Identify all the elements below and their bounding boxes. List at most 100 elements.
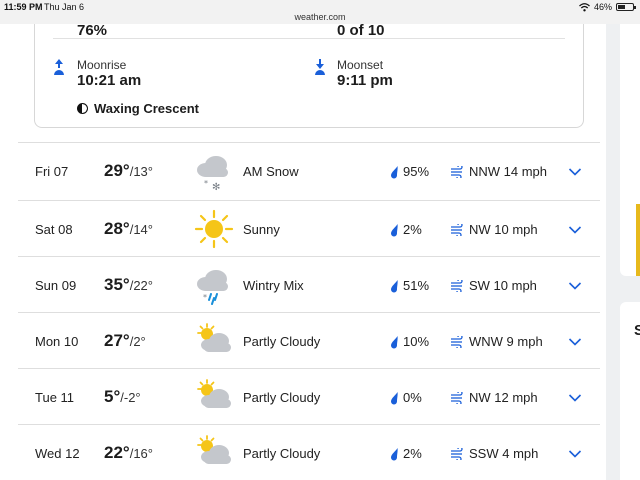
forecast-wind: SW 10 mph bbox=[469, 278, 537, 293]
status-icons: 46% bbox=[579, 2, 636, 12]
svg-text:✻: ✻ bbox=[212, 182, 220, 191]
moonrise-time: 10:21 am bbox=[77, 72, 142, 89]
status-time: 11:59 PM bbox=[4, 2, 43, 12]
forecast-day: Sat 08 bbox=[35, 222, 73, 237]
moonset-time: 9:11 pm bbox=[337, 72, 393, 89]
moon-phase: Waxing Crescent bbox=[77, 101, 199, 116]
partly-cloudy-icon bbox=[197, 435, 231, 464]
partly-cloudy-icon bbox=[197, 379, 231, 408]
forecast-precip: 2% bbox=[403, 222, 422, 237]
forecast-row[interactable]: Tue 11 5°/-2° Partly Cloudy 0% NW 12 mph bbox=[18, 368, 600, 424]
forecast-day: Sun 09 bbox=[35, 278, 77, 293]
wind-icon bbox=[451, 448, 463, 460]
forecast-row[interactable]: Mon 10 27°/2° Partly Cloudy 10% WNW 9 mp… bbox=[18, 312, 600, 368]
forecast-precip: 0% bbox=[403, 390, 422, 405]
status-bar: 11:59 PM Thu Jan 6 weather.com 46% bbox=[0, 0, 640, 24]
main-content: 76% 0 of 10 Moonrise 10:21 am Moonset 9:… bbox=[18, 24, 606, 480]
side-card-top[interactable] bbox=[620, 24, 640, 276]
svg-text:*: * bbox=[203, 293, 207, 302]
forecast-condition: Partly Cloudy bbox=[243, 446, 321, 461]
low-temp: /14° bbox=[129, 222, 153, 237]
chevron-down-icon[interactable] bbox=[568, 225, 582, 235]
rain-drop-icon bbox=[391, 224, 398, 237]
chevron-down-icon[interactable] bbox=[568, 281, 582, 291]
side-card-bottom[interactable]: S bbox=[620, 302, 640, 480]
forecast-temps: 28°/14° bbox=[104, 219, 153, 239]
forecast-row[interactable]: Sat 08 28°/14° Sunny 2% NW 10 mph bbox=[18, 200, 600, 256]
rain-drop-icon bbox=[391, 166, 398, 179]
high-temp: 5° bbox=[104, 387, 121, 406]
forecast-temps: 35°/22° bbox=[104, 275, 153, 295]
wind-icon bbox=[451, 336, 463, 348]
forecast-condition: Wintry Mix bbox=[243, 278, 304, 293]
wintry-mix-icon: * bbox=[197, 270, 228, 305]
moonset-label: Moonset bbox=[337, 58, 384, 72]
high-temp: 22° bbox=[104, 443, 130, 462]
snow-cloud-icon: * ✻ bbox=[197, 156, 228, 191]
forecast-condition: AM Snow bbox=[243, 164, 299, 179]
forecast-precip: 95% bbox=[403, 164, 430, 179]
moon-details-card: 76% 0 of 10 Moonrise 10:21 am Moonset 9:… bbox=[34, 24, 584, 128]
forecast-day: Tue 11 bbox=[35, 390, 75, 405]
forecast-wind: SSW 4 mph bbox=[469, 446, 539, 461]
battery-percent: 46% bbox=[593, 2, 612, 12]
wind-icon bbox=[451, 280, 463, 292]
forecast-temps: 22°/16° bbox=[104, 443, 153, 463]
forecast-precip: 51% bbox=[403, 278, 430, 293]
chevron-down-icon[interactable] bbox=[568, 167, 582, 177]
forecast-condition: Partly Cloudy bbox=[243, 334, 321, 349]
moonrise-label: Moonrise bbox=[77, 58, 127, 72]
moonset-icon bbox=[315, 59, 325, 75]
low-temp: /-2° bbox=[120, 390, 141, 405]
forecast-condition: Partly Cloudy bbox=[243, 390, 321, 405]
forecast-precip: 10% bbox=[403, 334, 430, 349]
high-temp: 28° bbox=[104, 219, 130, 238]
forecast-day: Fri 07 bbox=[35, 164, 69, 179]
high-temp: 35° bbox=[104, 275, 130, 294]
forecast-wind: WNW 9 mph bbox=[469, 334, 543, 349]
forecast-temps: 29°/13° bbox=[104, 161, 153, 181]
wind-icon bbox=[451, 224, 463, 236]
high-temp: 29° bbox=[104, 161, 130, 180]
divider bbox=[53, 38, 565, 39]
sun-icon bbox=[194, 209, 234, 249]
high-temp: 27° bbox=[104, 331, 130, 350]
forecast-day: Wed 12 bbox=[35, 446, 80, 461]
forecast-temps: 27°/2° bbox=[104, 331, 146, 351]
partly-cloudy-icon bbox=[197, 323, 231, 352]
humidity-value: 76% bbox=[77, 24, 108, 39]
wifi-icon bbox=[579, 2, 590, 11]
chevron-down-icon[interactable] bbox=[568, 337, 582, 347]
forecast-row[interactable]: Fri 07 29°/13° * ✻ AM Snow 95% NNW 14 mp… bbox=[18, 142, 600, 200]
forecast-condition: Sunny bbox=[243, 222, 280, 237]
rain-drop-icon bbox=[391, 280, 398, 293]
moonrise-icon bbox=[54, 59, 64, 75]
forecast-precip: 2% bbox=[403, 446, 422, 461]
low-temp: /22° bbox=[129, 278, 153, 293]
uv-index-value: 0 of 10 bbox=[337, 24, 385, 39]
daily-forecast-list: Fri 07 29°/13° * ✻ AM Snow 95% NNW 14 mp… bbox=[18, 142, 600, 480]
side-card-letter: S bbox=[634, 322, 640, 339]
status-date: Thu Jan 6 bbox=[44, 2, 85, 12]
address-url[interactable]: weather.com bbox=[0, 12, 640, 22]
low-temp: /16° bbox=[129, 446, 153, 461]
forecast-day: Mon 10 bbox=[35, 334, 79, 349]
low-temp: /13° bbox=[129, 164, 153, 179]
forecast-wind: NW 12 mph bbox=[469, 390, 538, 405]
wind-icon bbox=[451, 392, 463, 404]
moon-phase-label: Waxing Crescent bbox=[94, 101, 199, 116]
battery-icon bbox=[616, 3, 636, 11]
forecast-wind: NW 10 mph bbox=[469, 222, 538, 237]
moon-phase-icon bbox=[77, 103, 88, 114]
forecast-temps: 5°/-2° bbox=[104, 387, 141, 407]
chevron-down-icon[interactable] bbox=[568, 393, 582, 403]
rain-drop-icon bbox=[391, 336, 398, 349]
rain-drop-icon bbox=[391, 392, 398, 405]
forecast-row[interactable]: Wed 12 22°/16° Partly Cloudy 2% SSW 4 mp… bbox=[18, 424, 600, 480]
left-margin bbox=[0, 24, 18, 480]
forecast-row[interactable]: Sun 09 35°/22° * Wintry Mix 51% SW 10 mp… bbox=[18, 256, 600, 312]
chevron-down-icon[interactable] bbox=[568, 449, 582, 459]
forecast-wind: NNW 14 mph bbox=[469, 164, 548, 179]
low-temp: /2° bbox=[129, 334, 146, 349]
svg-text:*: * bbox=[204, 179, 208, 188]
